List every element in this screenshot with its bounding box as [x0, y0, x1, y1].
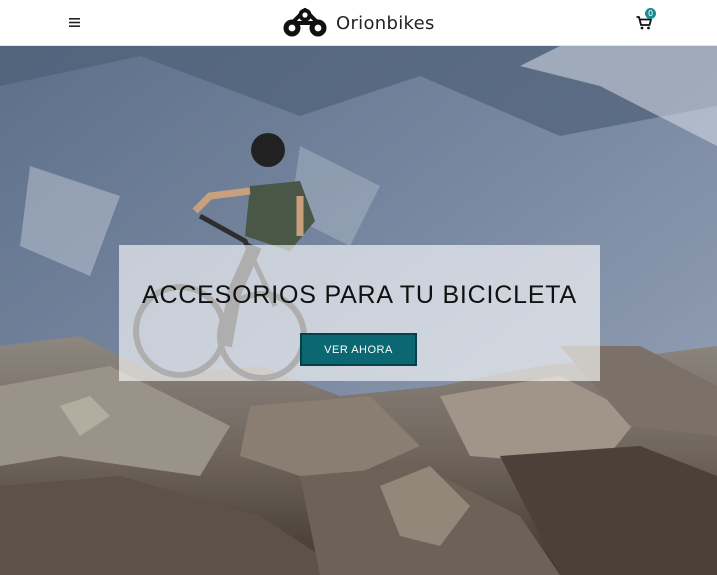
logo-text: Orionbikes [336, 12, 435, 34]
hero-text-panel: ACCESORIOS PARA TU BICICLETA VER AHORA [119, 245, 600, 381]
hamburger-icon [68, 17, 80, 27]
menu-button[interactable] [66, 14, 82, 30]
cart-button[interactable]: 0 [634, 8, 660, 34]
hero-title: ACCESORIOS PARA TU BICICLETA [142, 281, 577, 309]
hero-banner: ACCESORIOS PARA TU BICICLETA VER AHORA [0, 46, 717, 575]
ver-ahora-button[interactable]: VER AHORA [302, 335, 415, 364]
site-logo[interactable]: Orionbikes [282, 6, 452, 40]
cart-count-badge: 0 [645, 8, 656, 19]
bike-chain-logo-icon [283, 8, 327, 37]
site-header: Orionbikes 0 [0, 0, 717, 46]
